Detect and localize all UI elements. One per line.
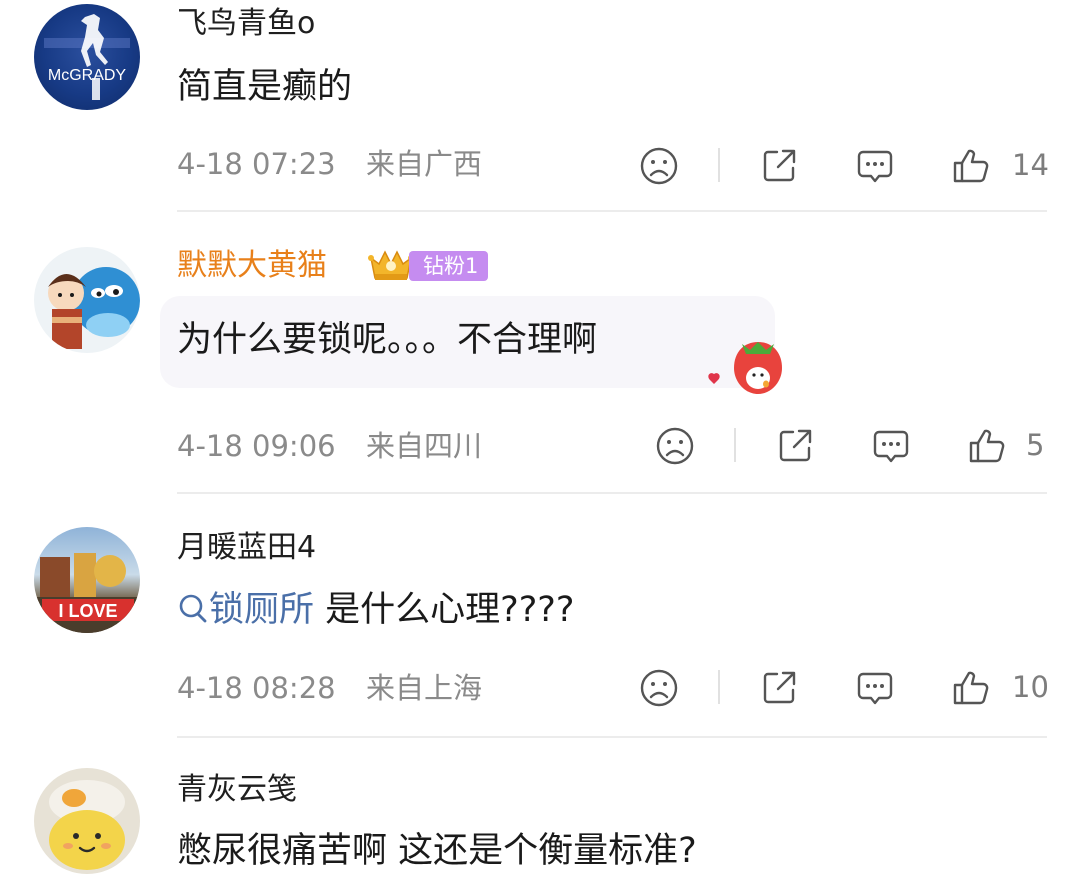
comment-text: 憋尿很痛苦啊 这还是个衡量标准? xyxy=(177,831,697,871)
comment-item: 青灰云笺 憋尿很痛苦啊 这还是个衡量标准? xyxy=(0,0,1080,894)
username[interactable]: 青灰云笺 xyxy=(177,770,297,810)
avatar[interactable] xyxy=(34,768,140,874)
